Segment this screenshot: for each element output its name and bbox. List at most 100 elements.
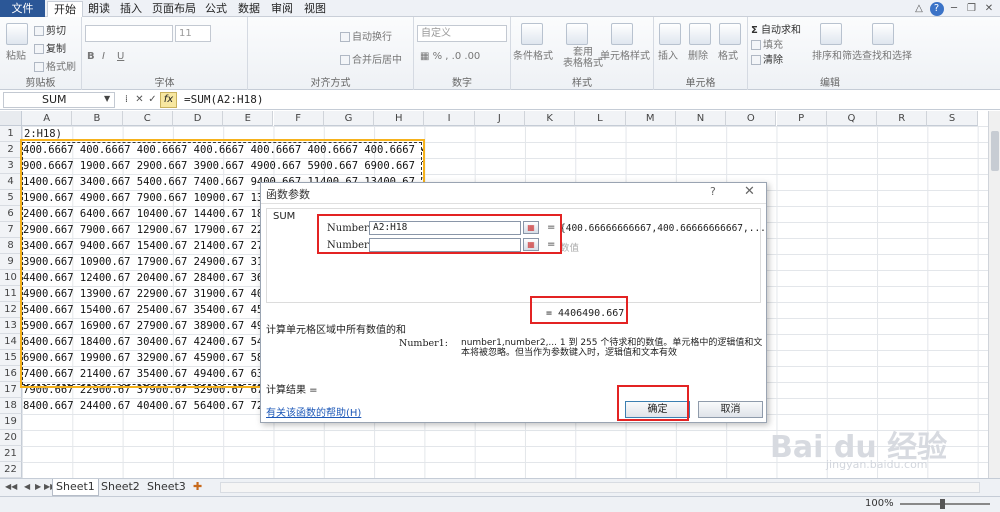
tab-page-layout[interactable]: 页面布局: [146, 1, 202, 17]
tab-formulas[interactable]: 公式: [199, 1, 233, 17]
column-header-l[interactable]: L: [575, 111, 626, 126]
cell-style-button[interactable]: 单元格样式: [600, 47, 650, 62]
formula-input[interactable]: =SUM(A2:H18): [184, 93, 263, 106]
sheet-tab-1[interactable]: Sheet1: [52, 479, 99, 496]
tab-read-aloud[interactable]: 朗读: [82, 1, 116, 17]
underline-button[interactable]: U: [117, 51, 124, 62]
function-help-link[interactable]: 有关该函数的帮助(H): [266, 404, 361, 419]
tab-view[interactable]: 视图: [298, 1, 332, 17]
row-header-2[interactable]: 2: [0, 142, 22, 158]
row-header-13[interactable]: 13: [0, 318, 22, 334]
column-header-c[interactable]: C: [122, 111, 173, 126]
find-select-icon[interactable]: [872, 23, 894, 45]
format-cells-icon[interactable]: [719, 23, 741, 45]
row-header-19[interactable]: 19: [0, 414, 22, 430]
column-header-k[interactable]: K: [525, 111, 576, 126]
row-header-5[interactable]: 5: [0, 190, 22, 206]
cell-style-icon[interactable]: [611, 23, 633, 45]
copy-button[interactable]: 复制: [34, 40, 66, 55]
column-header-n[interactable]: N: [675, 111, 727, 126]
column-header-s[interactable]: S: [927, 111, 978, 126]
vertical-scroll-thumb[interactable]: [991, 131, 999, 171]
column-header-g[interactable]: G: [323, 111, 375, 126]
row-header-3[interactable]: 3: [0, 158, 22, 174]
row-header-17[interactable]: 17: [0, 382, 22, 398]
zoom-level[interactable]: 100%: [865, 498, 894, 509]
tab-insert[interactable]: 插入: [114, 1, 148, 17]
row-header-14[interactable]: 14: [0, 334, 22, 350]
row-header-21[interactable]: 21: [0, 446, 22, 462]
column-header-b[interactable]: B: [72, 111, 123, 126]
first-sheet-icon[interactable]: ◀◀: [5, 482, 17, 491]
table-format-icon[interactable]: [566, 23, 588, 45]
fill-button[interactable]: 填充: [751, 36, 783, 51]
row-header-22[interactable]: 22: [0, 462, 22, 478]
insert-function-button[interactable]: fx: [160, 92, 177, 108]
insert-cells-icon[interactable]: [659, 23, 681, 45]
next-sheet-icon[interactable]: ▶: [35, 482, 41, 491]
column-header-q[interactable]: Q: [826, 111, 878, 126]
row-header-8[interactable]: 8: [0, 238, 22, 254]
delete-cells-icon[interactable]: [689, 23, 711, 45]
enter-formula-icon[interactable]: ✓: [146, 93, 159, 106]
sheet-tab-2[interactable]: Sheet2: [98, 479, 143, 496]
dialog-close-button[interactable]: ✕: [744, 184, 755, 199]
column-header-j[interactable]: J: [474, 111, 525, 126]
name-box[interactable]: SUM: [3, 92, 115, 108]
column-header-h[interactable]: H: [374, 111, 425, 126]
conditional-format-button[interactable]: 条件格式: [513, 47, 553, 62]
horizontal-scrollbar[interactable]: [220, 482, 980, 493]
format-cells-button[interactable]: 格式: [718, 47, 738, 62]
find-select-button[interactable]: 查找和选择: [862, 47, 912, 62]
cancel-button[interactable]: 取消: [698, 401, 763, 418]
number-format-box[interactable]: 自定义: [417, 25, 507, 42]
insert-cells-button[interactable]: 插入: [658, 47, 678, 62]
italic-button[interactable]: I: [102, 51, 105, 62]
paste-button[interactable]: 粘贴: [6, 47, 26, 62]
row-header-18[interactable]: 18: [0, 398, 22, 414]
cut-button[interactable]: 剪切: [34, 22, 66, 37]
column-header-i[interactable]: I: [424, 111, 475, 126]
zoom-slider[interactable]: [900, 503, 990, 505]
select-all-corner[interactable]: [0, 111, 22, 126]
number-format-buttons[interactable]: ▦ % , .0 .00: [420, 51, 480, 62]
format-painter-button[interactable]: 格式刷: [34, 58, 76, 73]
column-header-o[interactable]: O: [726, 111, 777, 126]
vertical-scrollbar[interactable]: [988, 111, 1000, 478]
bold-button[interactable]: B: [87, 51, 95, 62]
ribbon-minimize-icon[interactable]: △: [912, 2, 926, 16]
paste-icon[interactable]: [6, 23, 28, 45]
formula-options-icon[interactable]: ⁞: [120, 93, 133, 106]
row-header-1[interactable]: 1: [0, 126, 22, 142]
tab-review[interactable]: 审阅: [265, 1, 299, 17]
cancel-formula-icon[interactable]: ✕: [133, 93, 146, 106]
sort-filter-icon[interactable]: [820, 23, 842, 45]
name-box-dropdown-icon[interactable]: ▼: [104, 94, 110, 103]
row-header-10[interactable]: 10: [0, 270, 22, 286]
minimize-icon[interactable]: ─: [947, 2, 961, 16]
autosum-button[interactable]: Σ 自动求和: [751, 21, 801, 36]
help-icon[interactable]: ?: [929, 2, 944, 16]
font-name-box[interactable]: [85, 25, 173, 42]
tab-home[interactable]: 开始: [47, 1, 83, 17]
column-header-r[interactable]: R: [877, 111, 928, 126]
column-header-e[interactable]: E: [223, 111, 274, 126]
row-header-20[interactable]: 20: [0, 430, 22, 446]
column-header-m[interactable]: M: [625, 111, 676, 126]
column-header-p[interactable]: P: [776, 111, 827, 126]
column-header-d[interactable]: D: [172, 111, 224, 126]
column-header-a[interactable]: A: [22, 111, 73, 126]
column-header-f[interactable]: F: [273, 111, 324, 126]
row-header-4[interactable]: 4: [0, 174, 22, 190]
zoom-slider-knob[interactable]: [940, 499, 945, 509]
clear-button[interactable]: 清除: [751, 51, 783, 66]
wrap-text-button[interactable]: 自动换行: [340, 28, 392, 43]
prev-sheet-icon[interactable]: ◀: [24, 482, 30, 491]
restore-icon[interactable]: ❐: [965, 2, 979, 16]
row-header-15[interactable]: 15: [0, 350, 22, 366]
tab-data[interactable]: 数据: [232, 1, 266, 17]
dialog-help-button[interactable]: ?: [710, 185, 716, 198]
font-size-box[interactable]: 11: [175, 25, 211, 42]
new-sheet-icon[interactable]: ✚: [190, 479, 205, 496]
row-header-11[interactable]: 11: [0, 286, 22, 302]
